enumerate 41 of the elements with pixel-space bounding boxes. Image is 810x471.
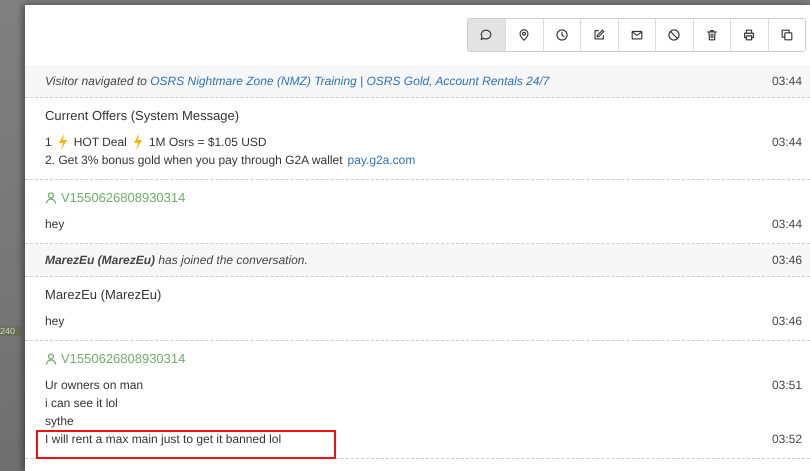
message-text: Ur owners on man	[45, 378, 144, 392]
message-text: HOT Deal	[74, 135, 127, 149]
timestamp: 03:46	[772, 314, 802, 328]
trash-icon	[704, 28, 719, 42]
lightning-icon	[132, 133, 144, 151]
mail-icon	[630, 28, 644, 42]
message-text: Visitor navigated to	[45, 74, 148, 88]
chat-button[interactable]	[468, 19, 505, 51]
message-text: sythe	[45, 414, 74, 428]
chart-label: 240	[0, 326, 22, 336]
timestamp: 03:44	[772, 74, 802, 88]
copy-button[interactable]	[768, 19, 805, 51]
person-icon	[45, 192, 57, 204]
copy-icon	[780, 28, 794, 42]
link[interactable]: OSRS Nightmare Zone (NMZ) Training | OSRS Gold, Account Rentals 24/7	[150, 74, 550, 88]
sender-name: Current Offers (System Message)	[45, 108, 240, 123]
message-text: MarezEu (MarezEu) has joined the conversation.	[45, 253, 308, 267]
timestamp: 03:52	[772, 432, 802, 446]
clock-icon	[554, 28, 569, 42]
timestamp: 03:51	[772, 378, 802, 392]
message-text: hey	[45, 217, 64, 231]
message-text: I will rent a max main just to get it banned lol	[45, 432, 282, 446]
sender-name: V1550626808930314	[61, 190, 186, 205]
timestamp: 03:44	[772, 217, 802, 231]
chat-icon	[479, 28, 494, 42]
message-text: 1	[45, 135, 52, 149]
message-text: 2. Get 3% bonus gold when you pay through G2A wallet	[45, 153, 343, 167]
lightning-icon	[56, 133, 69, 151]
message-text: i can see it lol	[45, 396, 118, 410]
pin-icon	[517, 28, 532, 42]
message-text: hey	[45, 314, 64, 328]
person-icon	[45, 352, 57, 364]
message-text: 1M Osrs = $1.05 USD	[148, 135, 267, 149]
timestamp: 03:44	[772, 135, 802, 149]
print-icon	[742, 28, 756, 42]
ban-icon	[667, 28, 682, 42]
link[interactable]: pay.g2a.com	[348, 153, 416, 167]
sender-name: V1550626808930314	[61, 351, 186, 366]
sender-name: MarezEu (MarezEu)	[45, 287, 162, 302]
edit-icon	[592, 28, 606, 42]
timestamp: 03:46	[772, 253, 802, 267]
